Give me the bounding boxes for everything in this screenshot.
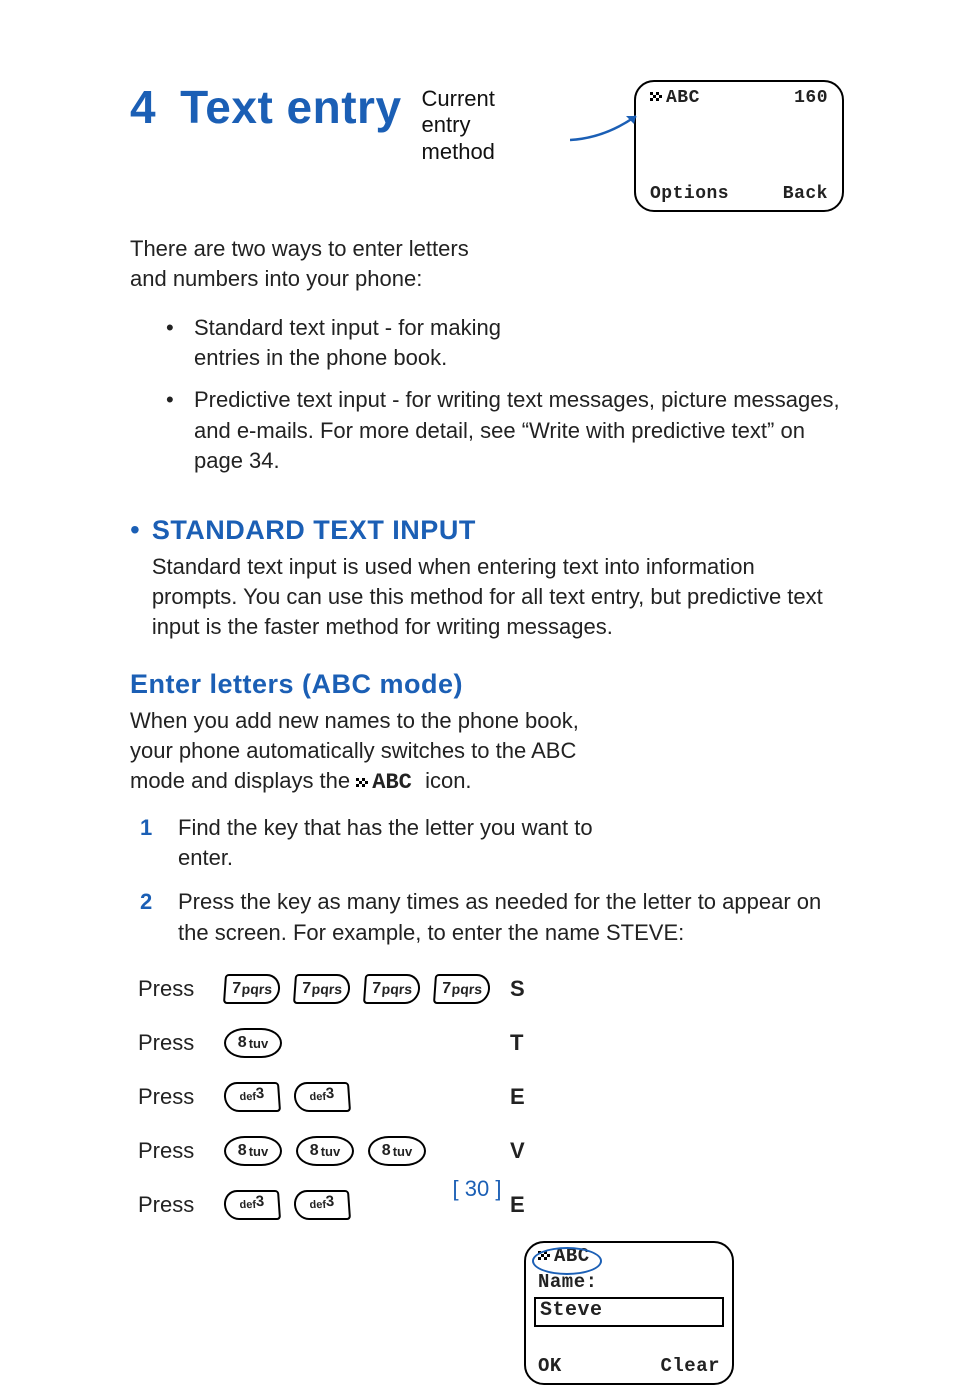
key-7-icon: 7pqrs [293,974,351,1004]
press-label: Press [138,1030,208,1056]
phone2-softkey-right: Clear [660,1355,720,1377]
keypress-row: Press def3 def3 E [138,1070,844,1124]
key-3-icon: def3 [293,1082,351,1112]
result-letter: E [510,1084,540,1110]
intro-bullet-list: Standard text input - for making entries… [130,313,844,477]
key-group: def3 def3 [224,1082,494,1112]
keypress-row: Press 8tuv 8tuv 8tuv V [138,1124,844,1178]
key-group: 8tuv [224,1028,494,1058]
section-heading-standard: • Standard text input Standard text inpu… [130,489,844,643]
heading-standard-text-input: Standard text input [152,515,844,546]
bullet-icon: • [130,516,140,544]
page-number: [ 30 ] [0,1176,954,1202]
paragraph-standard: Standard text input is used when enterin… [152,552,844,643]
key-8-icon: 8tuv [224,1028,282,1058]
intro-paragraph: There are two ways to enter letters and … [130,234,510,295]
key-group: 7pqrs 7pqrs 7pqrs 7pqrs [224,974,494,1004]
result-letter: T [510,1030,540,1056]
bullet-item-2: Predictive text input - for writing text… [170,385,844,476]
phone1-softkey-left: Options [650,184,729,204]
phone2-input-value: Steve [534,1297,724,1327]
step-list: 1 Find the key that has the letter you w… [130,813,844,948]
phone1-softkey-right: Back [783,184,828,204]
phone2-field-label: Name: [526,1269,732,1295]
key-7-icon: 7pqrs [433,974,491,1004]
section-enter-letters: Enter letters (ABC mode) When you add ne… [130,669,844,1233]
keypress-row: Press 7pqrs 7pqrs 7pqrs 7pqrs S [138,962,844,1016]
step-2: 2 Press the key as many times as needed … [140,887,844,948]
phone1-mode: ABC [650,88,700,108]
result-letter: S [510,976,540,1002]
press-label: Press [138,976,208,1002]
key-7-icon: 7pqrs [363,974,421,1004]
chequer-icon [356,778,370,788]
chequer-icon [650,92,664,102]
key-8-icon: 8tuv [368,1136,426,1166]
key-3-icon: def3 [223,1082,281,1112]
key-group: 8tuv 8tuv 8tuv [224,1136,494,1166]
page: 4 Text entry Current entry method ABC 160… [0,0,954,1248]
phone1-char-count: 160 [794,88,828,108]
paragraph-enter-letters: When you add new names to the phone book… [130,706,600,799]
step-1: 1 Find the key that has the letter you w… [140,813,844,874]
chapter-number: 4 [130,81,156,133]
chapter-title: 4 Text entry [130,80,402,134]
phone-screen-1: ABC 160 Options Back [634,80,844,212]
step-number: 1 [140,813,160,874]
chapter-name: Text entry [180,81,401,133]
figure-caption: Current entry method [422,86,532,165]
result-letter: V [510,1138,540,1164]
inline-abc-icon: ABC [356,770,425,795]
heading-enter-letters: Enter letters (ABC mode) [130,669,844,700]
key-8-icon: 8tuv [224,1136,282,1166]
key-8-icon: 8tuv [296,1136,354,1166]
phone2-mode: ABC [526,1243,732,1269]
step-number: 2 [140,887,160,948]
phone2-softkey-left: OK [538,1355,562,1377]
key-7-icon: 7pqrs [223,974,281,1004]
chequer-icon [538,1251,552,1261]
press-label: Press [138,1138,208,1164]
press-label: Press [138,1084,208,1110]
keypress-row: Press 8tuv T [138,1016,844,1070]
title-row: 4 Text entry Current entry method ABC 160… [130,80,844,212]
phone-screen-2: ABC Name: Steve OK Clear [524,1241,734,1385]
bullet-item-1: Standard text input - for making entries… [170,313,554,374]
